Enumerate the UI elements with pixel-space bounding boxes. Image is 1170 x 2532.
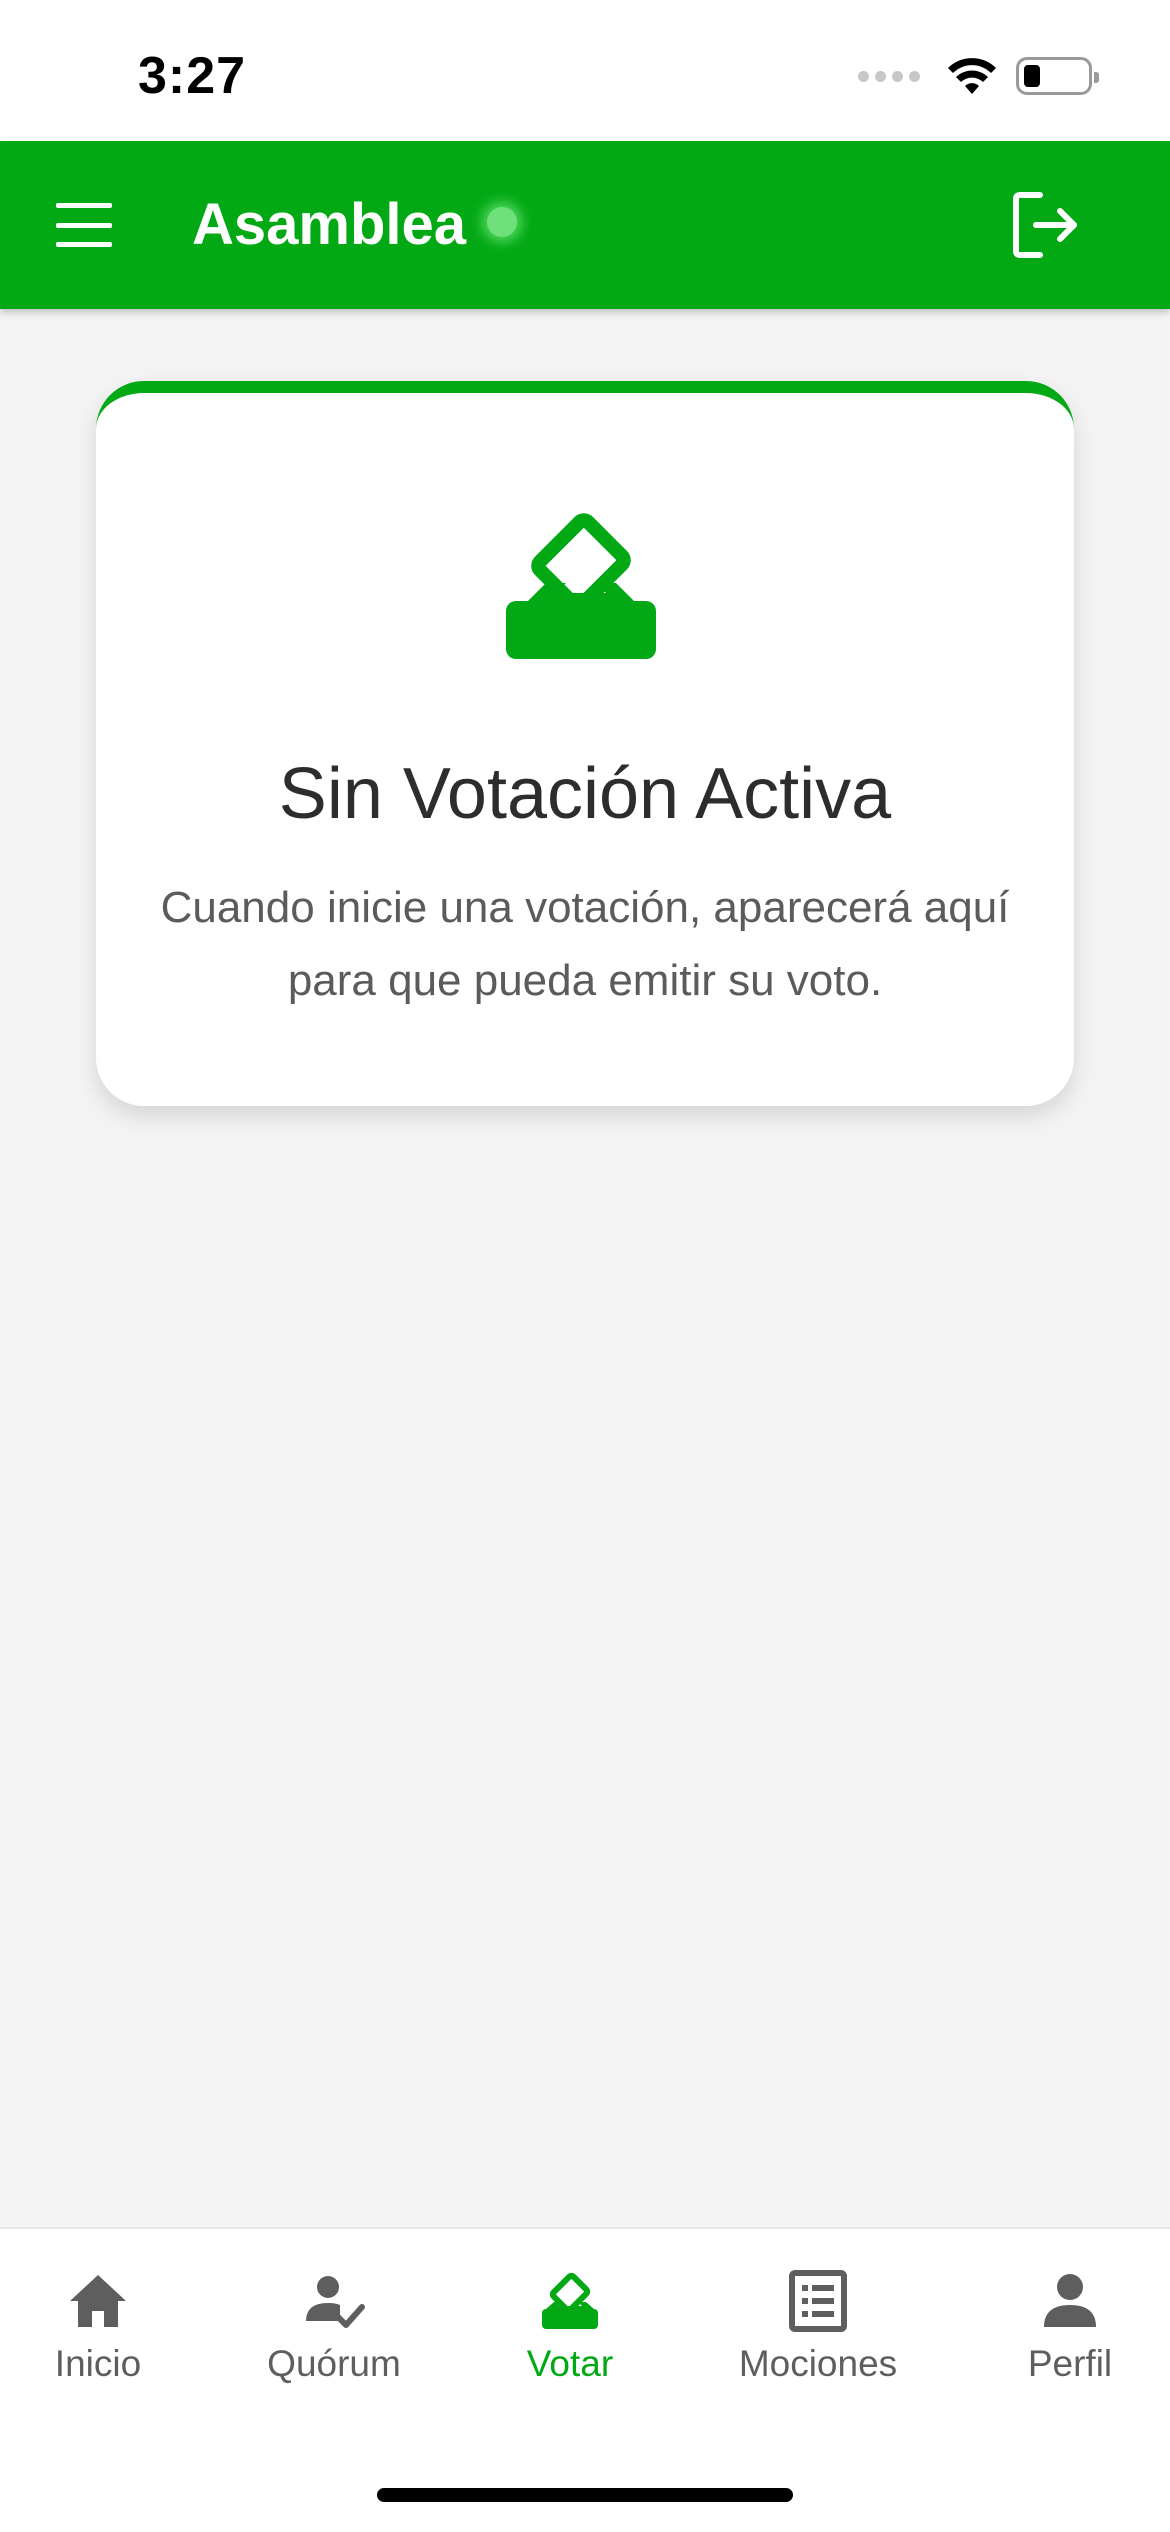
person-check-icon [306, 2276, 365, 2328]
logout-icon[interactable] [1010, 189, 1084, 261]
menu-icon-bar [56, 203, 112, 208]
status-icons [858, 52, 1099, 100]
card-description: Cuando inicie una votación, aparecerá aq… [160, 883, 1010, 1005]
nav-label-inicio: Inicio [54, 2343, 142, 2384]
app-title: Asamblea [192, 192, 467, 257]
home-indicator[interactable] [377, 2488, 793, 2502]
menu-icon-bar [56, 222, 112, 228]
live-status-indicator [487, 207, 517, 237]
home-icon [70, 2275, 126, 2327]
nav-item-mociones[interactable]: Mociones [728, 2229, 908, 2431]
app-bar: Asamblea [0, 141, 1170, 309]
nav-label-mociones: Mociones [738, 2343, 898, 2384]
document-list-icon [789, 2270, 847, 2332]
battery-icon [1016, 57, 1099, 95]
main-content: Sin Votación Activa Cuando inicie una vo… [0, 309, 1170, 2227]
no-active-vote-card: Sin Votación Activa Cuando inicie una vo… [96, 381, 1074, 1106]
cellular-signal-icon [858, 70, 920, 82]
person-icon [1044, 2274, 1096, 2327]
nav-label-votar: Votar [526, 2343, 614, 2384]
nav-label-quorum: Quórum [267, 2343, 401, 2384]
menu-button[interactable] [56, 199, 112, 251]
status-bar: 3:27 [0, 0, 1170, 141]
card-title: Sin Votación Activa [278, 754, 892, 834]
bottom-nav: Inicio Quórum Votar Mociones Perfil [0, 2227, 1170, 2429]
wifi-icon [948, 58, 996, 94]
status-time: 3:27 [138, 47, 247, 105]
nav-item-inicio[interactable]: Inicio [40, 2229, 156, 2431]
nav-item-perfil[interactable]: Perfil [1010, 2229, 1130, 2431]
menu-icon-bar [56, 242, 112, 247]
nav-item-votar[interactable]: Votar [512, 2229, 628, 2431]
ballot-box-icon [542, 2272, 598, 2329]
nav-item-quorum[interactable]: Quórum [256, 2229, 412, 2431]
ballot-box-icon [506, 513, 656, 659]
nav-label-perfil: Perfil [1027, 2343, 1113, 2384]
